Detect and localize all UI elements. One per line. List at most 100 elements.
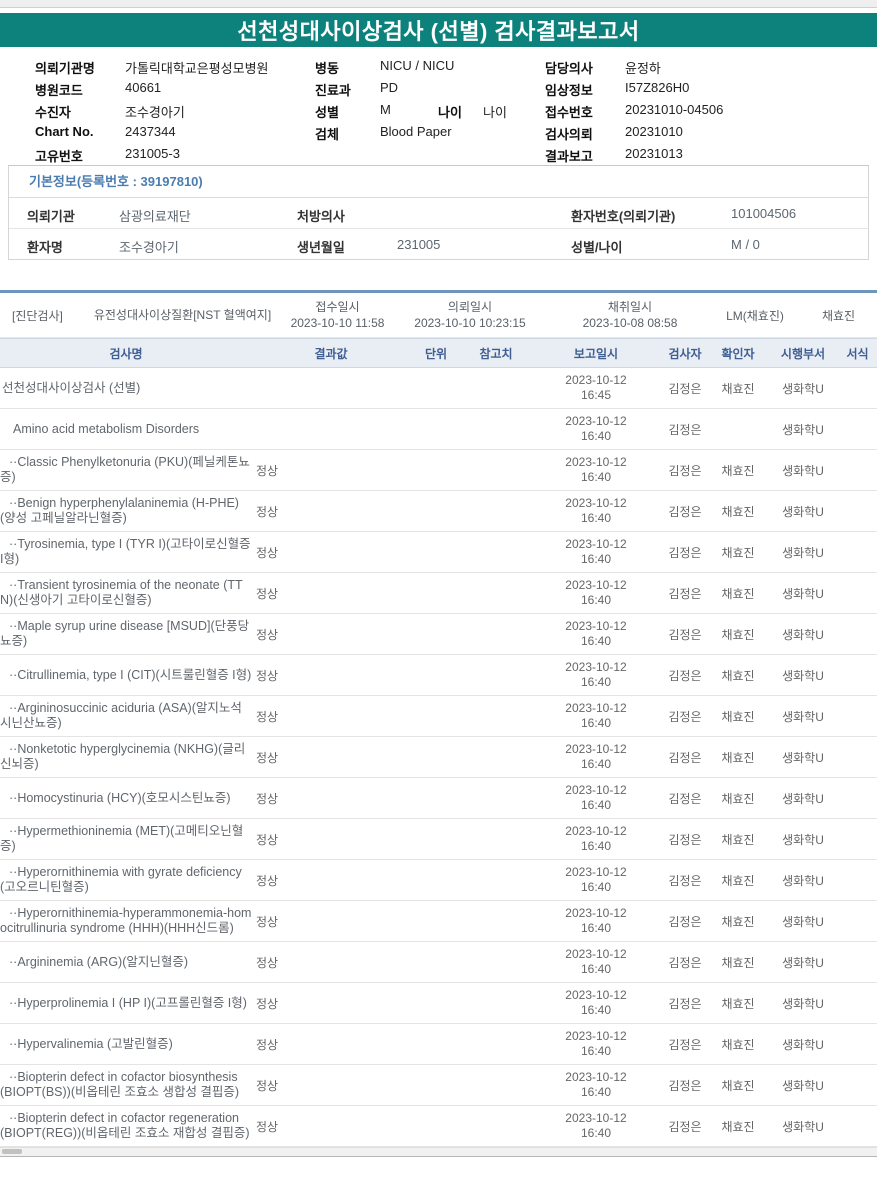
department-cell: 생화학U <box>782 422 824 437</box>
report-datetime-cell: 2023-10-12 16:40 <box>530 414 662 444</box>
tester-cell: 김정은 <box>668 586 702 601</box>
report-date: 2023-10-12 <box>565 455 627 469</box>
test-name-cell: ··Biopterin defect in cofactor biosynthe… <box>0 1070 240 1099</box>
result-value-cell: 정상 <box>256 832 279 847</box>
report-time: 16:40 <box>580 962 612 976</box>
column-header: 서식 <box>846 346 869 361</box>
table-row: ··Hypermethioninemia (MET)(고메티오닌혈증) 정상 202… <box>0 819 877 860</box>
info-field-label: 병원코드 <box>35 83 83 98</box>
column-header: 참고치 <box>479 346 513 361</box>
horizontal-scrollbar-track[interactable] <box>0 1147 877 1157</box>
info-field-value: 윤정하 <box>625 61 661 76</box>
report-time: 16:40 <box>580 1003 612 1017</box>
department-cell: 생화학U <box>782 463 824 478</box>
confirmer-cell: 채효진 <box>721 955 755 970</box>
report-datetime-cell: 2023-10-12 16:40 <box>530 1111 662 1141</box>
info-field-label: 결과보고 <box>545 149 593 164</box>
request-time-label: 의뢰일시 <box>447 300 493 314</box>
department-cell: 생화학U <box>782 504 824 519</box>
report-date: 2023-10-12 <box>565 701 627 715</box>
result-value-cell: 정상 <box>256 1078 279 1093</box>
info-field-value: 20231010 <box>625 124 683 139</box>
result-value-cell: 정상 <box>256 791 279 806</box>
report-datetime-cell: 2023-10-12 16:40 <box>530 578 662 608</box>
table-row: 선천성대사이상검사 (선별) 2023-10-12 16:45 김정은 채효진 생화학U <box>0 368 877 409</box>
result-value-cell: 정상 <box>256 1037 279 1052</box>
report-datetime-cell: 2023-10-12 16:40 <box>530 906 662 936</box>
department-cell: 생화학U <box>782 750 824 765</box>
confirmer-cell: 채효진 <box>721 791 755 806</box>
report-date: 2023-10-12 <box>565 660 627 674</box>
report-datetime-cell: 2023-10-12 16:40 <box>530 783 662 813</box>
tester-cell: 김정은 <box>668 504 702 519</box>
report-time: 16:40 <box>580 1126 612 1140</box>
table-row: Amino acid metabolism Disorders 2023-10-1… <box>0 409 877 450</box>
test-name-cell: ··Nonketotic hyperglycinemia (NKHG)(글리신뇌… <box>0 742 246 771</box>
confirmer-cell: 채효진 <box>721 750 755 765</box>
report-date: 2023-10-12 <box>565 619 627 633</box>
tester-cell: 김정은 <box>668 832 702 847</box>
department-cell: 생화학U <box>782 627 824 642</box>
column-header: 검사자 <box>668 346 702 361</box>
report-time: 16:40 <box>580 1085 612 1099</box>
tester-cell: 김정은 <box>668 1119 702 1134</box>
result-value-cell: 정상 <box>256 1119 279 1134</box>
info-field-label: 진료과 <box>315 83 351 98</box>
column-header: 시행부서 <box>780 346 826 361</box>
info-field-value: NICU / NICU <box>380 58 455 73</box>
test-name-cell: ··Argininosuccinic aciduria (ASA)(알지노석시닌… <box>0 701 242 730</box>
top-scrollbar-track[interactable] <box>0 0 877 8</box>
report-time: 16:40 <box>580 511 612 525</box>
tester-cell: 김정은 <box>668 914 702 929</box>
horizontal-scrollbar-thumb[interactable] <box>2 1149 22 1154</box>
test-name-cell: ··Classic Phenylketonuria (PKU)(페닐케톤뇨증) <box>0 455 250 484</box>
basic-info-row: 환자명 조수경아기 생년월일 231005 성별/나이 M / 0 <box>9 228 868 259</box>
test-name-cell: 선천성대사이상검사 (선별) <box>2 380 141 395</box>
table-row: ··Classic Phenylketonuria (PKU)(페닐케톤뇨증) 정… <box>0 450 877 491</box>
test-name-cell: ··Tyrosinemia, type I (TYR I)(고타이로신혈증 I형… <box>0 537 251 566</box>
report-date: 2023-10-12 <box>565 1111 627 1125</box>
info-field-value: PD <box>380 80 399 95</box>
info-row: 의뢰기관명 가톨릭대학교은평성모병원 병동 NICU / NICU 담당의사 윤정하 <box>0 55 877 77</box>
confirmer-cell: 채효진 <box>721 586 755 601</box>
report-date: 2023-10-12 <box>565 496 627 510</box>
table-row: ··Hyperprolinemia I (HP I)(고프롤린혈증 I형) 정상 2… <box>0 983 877 1024</box>
results-table-header: 검사명 결과값 단위 참고치 보고일시 검사자 확인자 시행부서 서식 <box>0 338 877 368</box>
report-datetime-cell: 2023-10-12 16:40 <box>530 660 662 690</box>
result-value-cell: 정상 <box>256 709 279 724</box>
collection-time-value: 2023-10-08 08:58 <box>582 316 678 330</box>
report-datetime-cell: 2023-10-12 16:40 <box>530 496 662 526</box>
report-time: 16:40 <box>580 429 612 443</box>
report-time: 16:40 <box>580 716 612 730</box>
tester-cell: 김정은 <box>668 545 702 560</box>
report-date: 2023-10-12 <box>565 783 627 797</box>
tester-cell: 김정은 <box>668 1037 702 1052</box>
report-date: 2023-10-12 <box>565 865 627 879</box>
tester-cell: 김정은 <box>668 709 702 724</box>
report-title-band: 선천성대사이상검사 (선별) 검사결과보고서 <box>0 13 877 47</box>
info-row: 병원코드 40661 진료과 PD 임상정보 I57Z826H0 <box>0 77 877 99</box>
department-cell: 생화학U <box>782 873 824 888</box>
report-datetime-cell: 2023-10-12 16:40 <box>530 619 662 649</box>
result-value-cell: 정상 <box>256 955 279 970</box>
info-field-value: Blood Paper <box>380 124 452 139</box>
info-field-value: 20231013 <box>625 146 683 161</box>
info-field-value: M <box>380 102 391 117</box>
result-value-cell: 정상 <box>256 668 279 683</box>
confirmer-cell: 채효진 <box>721 504 755 519</box>
info-field-label: 나이 <box>438 105 462 120</box>
table-row: ··Biopterin defect in cofactor biosynthe… <box>0 1065 877 1106</box>
info-field-label: 담당의사 <box>545 61 593 76</box>
report-time: 16:45 <box>580 388 612 402</box>
basic-info-title: 기본정보(등록번호 : 39197810) <box>9 166 868 198</box>
info-field-label: 검체 <box>315 127 339 142</box>
table-row: ··Benign hyperphenylalaninemia (H-PHE)(양… <box>0 491 877 532</box>
test-name-cell: ··Argininemia (ARG)(알지닌혈증) <box>9 954 189 969</box>
test-name-cell: ··Hyperornithinemia with gyrate deficien… <box>0 865 242 894</box>
test-name-cell: ··Hyperornithinemia-hyperammonemia-homoc… <box>0 906 252 935</box>
report-time: 16:40 <box>580 880 612 894</box>
report-date: 2023-10-12 <box>565 1070 627 1084</box>
department-cell: 생화학U <box>782 668 824 683</box>
table-row: ··Homocystinuria (HCY)(호모시스틴뇨증) 정상 2023-10… <box>0 778 877 819</box>
basic-info-section: 기본정보(등록번호 : 39197810) 의뢰기관 삼광의료재단 처방의사 환자번호… <box>8 165 869 260</box>
